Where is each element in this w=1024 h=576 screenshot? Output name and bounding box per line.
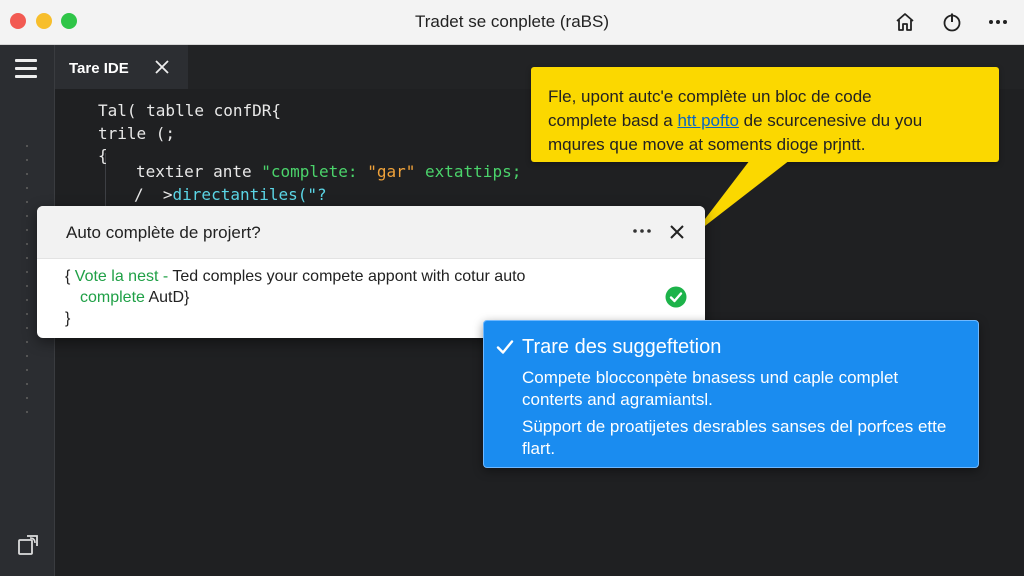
code-line: / >directantiles("? [134, 185, 327, 204]
dialog-keyword: complete [80, 289, 149, 306]
code-token: textier ante [136, 162, 262, 181]
share-icon[interactable] [16, 533, 40, 557]
callout-segment: de scurcenesive du you [738, 111, 923, 130]
suggestion-text: Süpport de proatijetes desrables sanses … [522, 417, 947, 458]
home-icon[interactable] [893, 10, 917, 34]
close-icon[interactable] [669, 224, 685, 240]
code-token: directantiles("? [172, 185, 327, 204]
window-title: Tradet se conplete (raBS) [414, 12, 609, 31]
suggestion-panel[interactable]: Trare des suggeftetion Compete blocconpè… [483, 320, 979, 468]
menu-icon[interactable] [15, 59, 37, 78]
dialog-header: Auto complète de projert? [37, 206, 705, 259]
suggestion-text: Compete blocconpète bnasess und caple co… [522, 368, 899, 409]
callout-line: Fle, upont autc'e complète un bloc de co… [548, 87, 872, 106]
more-icon[interactable] [986, 10, 1010, 34]
code-string: "gar" [367, 162, 416, 181]
more-icon[interactable] [632, 228, 652, 234]
tab-label: Tare IDE [69, 60, 129, 77]
checkmark-icon [496, 340, 514, 354]
code-line: Tal( tablle confDR{ [98, 101, 282, 120]
code-token: / > [134, 185, 173, 204]
callout-line: complete basd a htt pofto de scurcenesiv… [548, 109, 988, 133]
title-bar: Tradet se conplete (raBS) [0, 0, 1024, 45]
code-line: trile (; [98, 124, 176, 143]
callout-text: Fle, upont autc'e complète un bloc de co… [548, 85, 988, 157]
tooltip-callout: Fle, upont autc'e complète un bloc de co… [531, 67, 999, 162]
dialog-title: Auto complète de projert? [66, 223, 261, 242]
callout-link[interactable]: htt pofto [677, 111, 738, 130]
dialog-keyword: Vote la nest - [74, 268, 173, 285]
autocomplete-dialog: Auto complète de projert? { Vote la nest… [37, 206, 705, 338]
suggestion-title: Trare des suggeftetion [522, 336, 722, 358]
code-line: { [98, 146, 108, 165]
callout-line: mqures que move at soments dioge prjntt. [548, 135, 866, 154]
power-icon[interactable] [940, 10, 964, 34]
code-token: extattips; [415, 162, 522, 181]
dialog-segment: Ted comples your compete appont with cot… [172, 268, 526, 285]
tab-tare-ide[interactable]: Tare IDE [55, 45, 188, 89]
dialog-line: { Vote la nest - Ted comples your compet… [65, 266, 665, 287]
close-icon[interactable] [154, 59, 170, 75]
check-circle-icon [665, 286, 687, 308]
sidebar-divider [26, 145, 30, 425]
code-string: "complete: [261, 162, 368, 181]
dialog-line: complete AutD} [65, 287, 665, 308]
dialog-segment: { [65, 268, 75, 285]
dialog-segment: AutD} [148, 289, 190, 306]
callout-pointer [692, 160, 790, 236]
code-line: textier ante "complete: "gar" extattips; [136, 162, 521, 181]
callout-segment: complete basd a [548, 111, 678, 130]
